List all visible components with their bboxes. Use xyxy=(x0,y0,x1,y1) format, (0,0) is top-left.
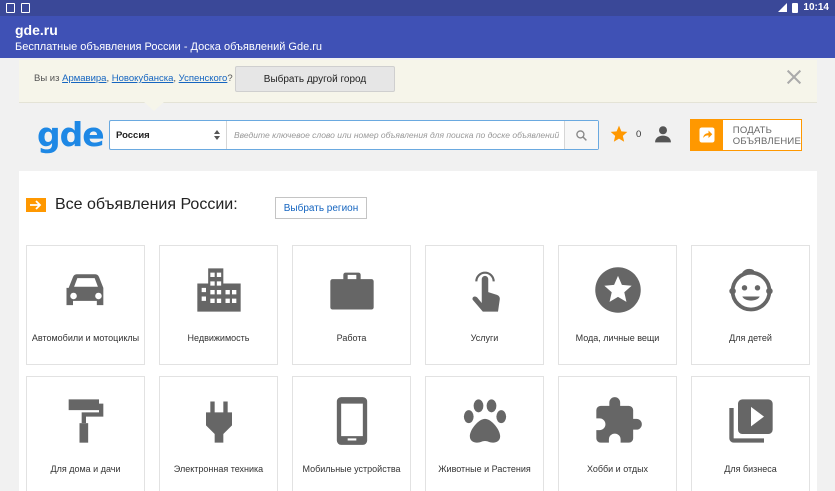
category-grid: Автомобили и мотоциклы Недвижимость Рабо… xyxy=(26,245,810,491)
search-bar: Россия Введите ключевое слово или номер … xyxy=(109,120,599,150)
category-label: Для бизнеса xyxy=(724,464,777,474)
choose-region-button[interactable]: Выбрать регион xyxy=(275,197,367,219)
category-tile-auto[interactable]: Автомобили и мотоциклы xyxy=(26,245,145,365)
favorites-count: 0 xyxy=(636,129,642,140)
category-tile-home[interactable]: Для дома и дачи xyxy=(26,376,145,491)
category-tile-electronics[interactable]: Электронная техника xyxy=(159,376,278,491)
smartphone-icon xyxy=(336,397,367,445)
battery-icon xyxy=(792,2,799,13)
category-label: Мода, личные вещи xyxy=(575,333,660,343)
category-label: Электронная техника xyxy=(173,464,264,474)
category-label: Недвижимость xyxy=(187,333,250,343)
category-tile-hobby[interactable]: Хобби и отдых xyxy=(558,376,677,491)
category-tile-fashion[interactable]: Мода, личные вещи xyxy=(558,245,677,365)
category-tile-animals[interactable]: Животные и Растения xyxy=(425,376,544,491)
star-icon[interactable] xyxy=(609,124,629,144)
notification-icon xyxy=(21,3,30,13)
user-icon[interactable] xyxy=(653,124,673,144)
prompt-pointer xyxy=(144,102,164,111)
notification-icon xyxy=(6,3,15,13)
category-label: Мобильные устройства xyxy=(302,464,401,474)
category-label: Для дома и дачи xyxy=(50,464,121,474)
city-link-novokubansk[interactable]: Новокубанска xyxy=(112,73,174,84)
category-label: Услуги xyxy=(470,333,499,343)
city-link-armavir[interactable]: Армавира xyxy=(62,73,106,84)
category-label: Животные и Растения xyxy=(438,464,531,474)
car-icon xyxy=(66,274,103,306)
building-icon xyxy=(196,268,241,312)
share-arrow-icon xyxy=(691,120,723,150)
city-question: Вы из Армавира, Новокубанска, Успенского… xyxy=(34,73,233,84)
category-label: Хобби и отдых xyxy=(586,464,649,474)
status-bar: 10:14 xyxy=(0,0,835,16)
close-icon[interactable] xyxy=(785,68,803,86)
page-title: Все объявления России: xyxy=(55,196,238,213)
site-logo[interactable]: gde xyxy=(37,117,105,153)
city-link-uspenskoe[interactable]: Успенского xyxy=(179,73,228,84)
search-input[interactable]: Введите ключевое слово или номер объявле… xyxy=(227,121,564,149)
star-circle-icon xyxy=(594,267,641,313)
site-header: gde Россия Введите ключевое слово или но… xyxy=(19,111,817,159)
category-tile-mobile[interactable]: Мобильные устройства xyxy=(292,376,411,491)
category-tile-services[interactable]: Услуги xyxy=(425,245,544,365)
app-bar: gde.ru Бесплатные объявления России - До… xyxy=(0,16,835,58)
clock: 10:14 xyxy=(803,2,829,13)
city-question-prefix: Вы из xyxy=(34,73,63,84)
search-button[interactable] xyxy=(564,121,598,149)
category-tile-business[interactable]: Для бизнеса xyxy=(691,376,810,491)
post-ad-line2: ОБЪЯВЛЕНИЕ xyxy=(732,136,801,147)
signal-icon xyxy=(778,3,788,12)
search-icon xyxy=(576,129,587,141)
category-tile-jobs[interactable]: Работа xyxy=(292,245,411,365)
puzzle-icon xyxy=(595,397,642,443)
briefcase-icon xyxy=(329,272,374,310)
category-label: Автомобили и мотоциклы xyxy=(31,333,140,343)
choose-city-button[interactable]: Выбрать другой город xyxy=(235,66,395,92)
category-tile-kids[interactable]: Для детей xyxy=(691,245,810,365)
category-tile-realty[interactable]: Недвижимость xyxy=(159,245,278,365)
hand-pointer-icon xyxy=(471,271,500,312)
category-label: Работа xyxy=(336,333,367,343)
category-label: Для детей xyxy=(729,333,772,343)
paw-icon xyxy=(463,399,506,443)
post-ad-label: ПОДАТЬ ОБЪЯВЛЕНИЕ xyxy=(723,120,801,150)
city-question-suffix: ? xyxy=(227,73,233,84)
video-library-icon xyxy=(728,399,773,443)
child-face-icon xyxy=(728,268,773,312)
region-select[interactable]: Россия xyxy=(110,121,227,149)
post-ad-button[interactable]: ПОДАТЬ ОБЪЯВЛЕНИЕ xyxy=(690,119,802,151)
app-title: gde.ru xyxy=(15,22,58,38)
arrow-right-icon xyxy=(26,198,46,212)
city-prompt-bar: Вы из Армавира, Новокубанска, Успенского… xyxy=(19,60,817,111)
main-content: Все объявления России: Выбрать регион Ав… xyxy=(19,171,817,491)
post-ad-line1: ПОДАТЬ xyxy=(732,125,773,136)
paint-roller-icon xyxy=(68,399,103,443)
app-subtitle: Бесплатные объявления России - Доска объ… xyxy=(15,41,323,53)
power-plug-icon xyxy=(205,401,232,443)
